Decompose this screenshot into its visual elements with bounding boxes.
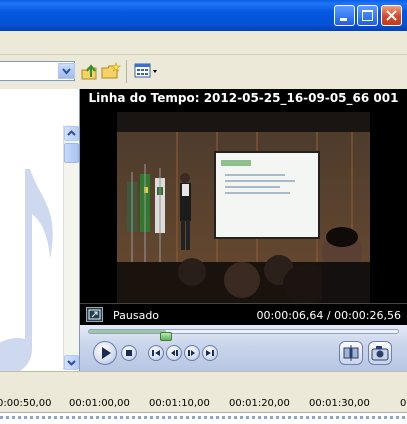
chevron-down-icon — [62, 68, 71, 75]
time-readout: 00:00:06,64 / 00:00:26,56 — [256, 309, 402, 322]
playback-status: Pausado — [113, 309, 160, 322]
take-picture-button[interactable] — [368, 341, 392, 365]
stop-button[interactable] — [121, 345, 137, 361]
detach-monitor-icon[interactable] — [86, 307, 103, 322]
toolbar-separator — [126, 60, 127, 83]
skip-forward-icon — [206, 350, 214, 356]
seek-progress — [89, 330, 167, 333]
previous-frame-button[interactable] — [166, 345, 182, 361]
new-folder-icon[interactable] — [101, 62, 121, 80]
camera-icon — [371, 346, 389, 361]
video-image — [117, 112, 370, 304]
scroll-down-button[interactable] — [64, 355, 79, 370]
timeline-tick-label: 00:01:30,00 — [309, 398, 370, 409]
music-note-icon — [0, 169, 53, 371]
stop-icon — [126, 350, 132, 356]
timeline-tick-label: 0 — [400, 398, 407, 409]
scroll-up-button[interactable] — [64, 126, 79, 141]
split-icon — [343, 345, 359, 361]
frame-forward-icon — [188, 350, 195, 356]
frame-back-icon — [171, 350, 178, 356]
play-button[interactable] — [93, 341, 117, 365]
title-bar — [0, 0, 407, 31]
folder-up-icon[interactable] — [80, 63, 98, 80]
close-button[interactable] — [381, 5, 402, 26]
minimize-button[interactable] — [334, 5, 355, 26]
previous-button[interactable] — [148, 345, 164, 361]
split-clip-button[interactable] — [339, 341, 363, 365]
chevron-up-icon — [67, 130, 76, 136]
view-options-icon[interactable] — [133, 62, 160, 80]
seek-bar[interactable] — [88, 329, 399, 341]
timeline-tick-label: 00:01:20,00 — [229, 398, 290, 409]
toolbar-divider — [0, 54, 407, 55]
timeline-track-pattern — [0, 416, 407, 419]
video-frame — [117, 112, 370, 304]
play-icon — [102, 347, 111, 359]
timeline-tick-label: 0:00:50,00 — [0, 398, 52, 409]
next-frame-button[interactable] — [184, 345, 200, 361]
address-dropdown-button[interactable] — [58, 63, 75, 79]
close-icon — [386, 10, 397, 21]
chevron-down-icon — [67, 360, 76, 366]
timeline-tick-label: 00:01:10,00 — [149, 398, 210, 409]
monitor-title: Linha do Tempo: 2012-05-25_16-09-05_66 0… — [88, 91, 399, 105]
seek-thumb[interactable] — [160, 332, 173, 341]
status-bar: Pausado 00:00:06,64 / 00:00:26,56 — [80, 303, 407, 326]
maximize-button[interactable] — [357, 5, 378, 26]
timeline-area[interactable]: 0:00:50,00 00:01:00,00 00:01:10,00 00:01… — [0, 371, 407, 424]
playback-controls — [80, 325, 407, 371]
next-button[interactable] — [202, 345, 218, 361]
preview-monitor: Linha do Tempo: 2012-05-25_16-09-05_66 0… — [80, 89, 407, 371]
skip-back-icon — [152, 350, 160, 356]
scrollbar-thumb[interactable] — [64, 143, 79, 163]
minimize-icon — [340, 18, 347, 21]
maximize-icon — [362, 10, 373, 21]
timeline-tick-label: 00:01:00,00 — [69, 398, 130, 409]
